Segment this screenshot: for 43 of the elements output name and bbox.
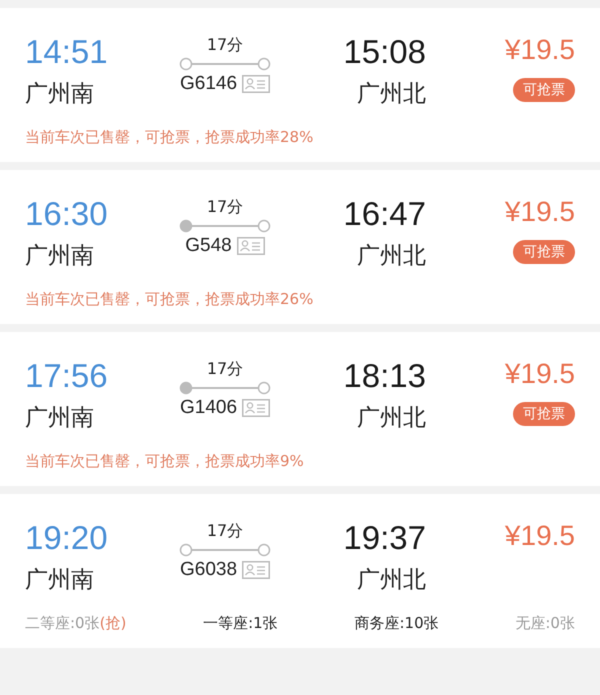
duration: 17分 bbox=[206, 196, 244, 218]
seat-availability: 二等座:0张(抢) bbox=[25, 613, 126, 634]
arrival-station: 广州北 bbox=[357, 80, 426, 109]
ticket-price: ¥19.5 bbox=[504, 33, 575, 67]
train-number: G6038 bbox=[180, 558, 238, 582]
departure-station: 广州南 bbox=[25, 80, 95, 109]
sold-out-notice: 当前车次已售罄，可抢票，抢票成功率28% bbox=[25, 127, 314, 148]
train-card[interactable]: 16:30 广州南 17分 G548 16:47 广州北 ¥19.5 可抢票 当前车次已售罄，可抢票，抢票成功率26% bbox=[0, 170, 600, 324]
seat-availability: 无座:0张 bbox=[515, 613, 575, 634]
departure-station: 广州南 bbox=[25, 242, 95, 271]
train-number: G6146 bbox=[180, 72, 238, 96]
train-number: G1406 bbox=[180, 396, 238, 420]
arrival-station: 广州北 bbox=[357, 566, 426, 595]
departure-station: 广州南 bbox=[25, 566, 95, 595]
duration: 17分 bbox=[206, 358, 244, 380]
seat-availability: 商务座:10张 bbox=[354, 613, 439, 634]
sold-out-notice: 当前车次已售罄，可抢票，抢票成功率9% bbox=[25, 451, 305, 472]
arrival-station: 广州北 bbox=[357, 242, 426, 271]
departure-time: 17:56 bbox=[25, 356, 109, 396]
departure-station: 广州南 bbox=[25, 404, 95, 433]
duration: 17分 bbox=[206, 520, 244, 542]
arrival-time: 16:47 bbox=[343, 194, 426, 234]
ticket-price: ¥19.5 bbox=[504, 357, 575, 391]
id-card-icon bbox=[242, 561, 270, 579]
arrival-time: 15:08 bbox=[343, 32, 426, 72]
id-card-icon bbox=[236, 237, 265, 255]
departure-time: 14:51 bbox=[25, 32, 109, 72]
arrival-time: 18:13 bbox=[343, 356, 426, 396]
seat-availability: 一等座:1张 bbox=[203, 613, 278, 634]
departure-time: 16:30 bbox=[25, 194, 109, 234]
ticket-price: ¥19.5 bbox=[504, 519, 575, 553]
departure-time: 19:20 bbox=[25, 518, 109, 558]
train-card[interactable]: 14:51 广州南 17分 G6146 15:08 广州北 ¥19.5 可抢票 当前车次已售罄，可抢票，抢票成功率28% bbox=[0, 8, 600, 162]
id-card-icon bbox=[242, 399, 270, 417]
train-card[interactable]: 17:56 广州南 17分 G1406 18:13 广州北 ¥19.5 可抢票 当前车次已售罄，可抢票，抢票成功率9% bbox=[0, 332, 600, 486]
arrival-time: 19:37 bbox=[343, 518, 426, 558]
sold-out-notice: 当前车次已售罄，可抢票，抢票成功率26% bbox=[25, 289, 314, 310]
duration: 17分 bbox=[206, 34, 244, 56]
id-card-icon bbox=[242, 75, 270, 93]
arrival-station: 广州北 bbox=[357, 404, 426, 433]
ticket-price: ¥19.5 bbox=[504, 195, 575, 229]
train-number: G548 bbox=[185, 234, 232, 258]
train-card[interactable]: 19:20 广州南 17分 G6038 19:37 广州北 ¥19.5 二等座:0张(抢) 一等座:1张 商务座:10张 无座:0张 bbox=[0, 494, 600, 648]
